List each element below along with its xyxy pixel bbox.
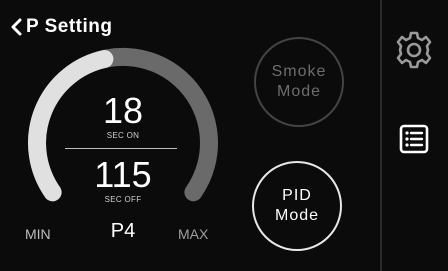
seconds-on-value: 18 bbox=[102, 90, 144, 131]
smoke-mode-button[interactable]: Smoke Mode bbox=[254, 37, 344, 127]
gear-icon[interactable] bbox=[394, 30, 434, 70]
sidebar-divider bbox=[380, 0, 382, 271]
p-level-value: P4 bbox=[110, 220, 136, 242]
pid-mode-label-line1: PID bbox=[282, 187, 312, 204]
pid-mode-button[interactable]: PID Mode bbox=[252, 161, 342, 251]
smoke-mode-label-line2: Mode bbox=[276, 83, 322, 100]
smoke-mode-label-line1: Smoke bbox=[271, 63, 327, 80]
max-label: MAX bbox=[178, 226, 209, 242]
gauge-divider bbox=[65, 148, 177, 149]
screen: P Setting 18 SEC ON 115 SEC OFF P4 MIN M… bbox=[0, 0, 448, 271]
pid-mode-label-line2: Mode bbox=[274, 207, 320, 224]
seconds-off-label: SEC OFF bbox=[104, 195, 142, 204]
seconds-on-label: SEC ON bbox=[106, 131, 140, 140]
list-icon[interactable] bbox=[399, 124, 429, 154]
timing-gauge: 18 SEC ON 115 SEC OFF P4 MIN MAX bbox=[0, 0, 260, 271]
seconds-off-value: 115 bbox=[94, 154, 152, 195]
min-label: MIN bbox=[25, 226, 51, 242]
